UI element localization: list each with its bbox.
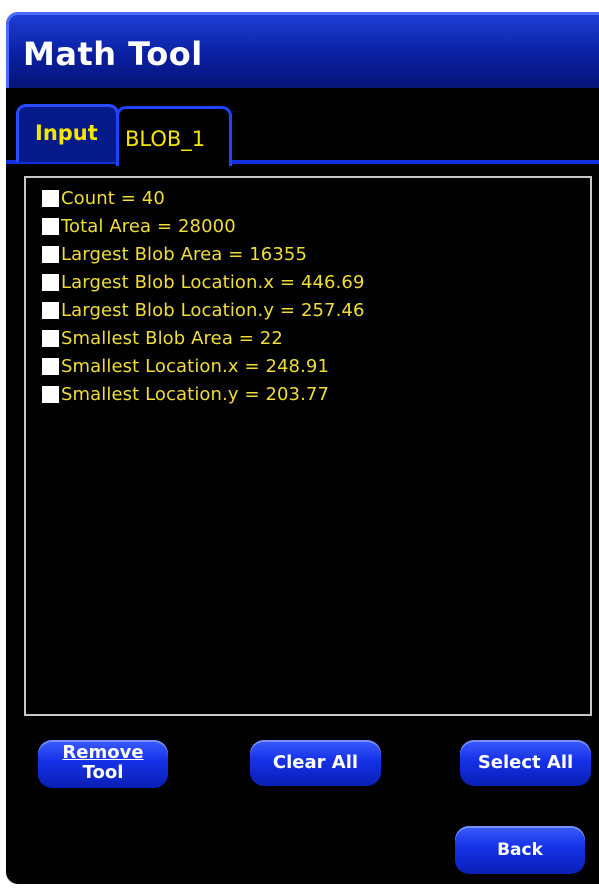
checkbox[interactable] xyxy=(42,357,59,375)
window-title: Math Tool xyxy=(23,35,203,73)
select-all-button[interactable]: Select All xyxy=(460,740,591,786)
checkbox[interactable] xyxy=(42,189,59,207)
result-label: Largest Blob Location.y = 257.46 xyxy=(61,299,365,321)
result-row-smallest-location-x[interactable]: Smallest Location.x = 248.91 xyxy=(42,354,329,378)
result-label: Smallest Blob Area = 22 xyxy=(61,327,283,349)
remove-tool-label-line-2: Tool xyxy=(82,762,124,783)
checkbox[interactable] xyxy=(42,217,59,235)
math-tool-window: Math Tool Input BLOB_1 Count = 40 Total … xyxy=(6,12,599,884)
tab-input[interactable]: Input xyxy=(16,104,119,162)
result-row-count[interactable]: Count = 40 xyxy=(42,186,165,210)
result-label: Largest Blob Area = 16355 xyxy=(61,243,308,265)
result-row-largest-blob-location-x[interactable]: Largest Blob Location.x = 446.69 xyxy=(42,270,365,294)
result-row-largest-blob-area[interactable]: Largest Blob Area = 16355 xyxy=(42,242,307,266)
result-label: Smallest Location.x = 248.91 xyxy=(61,355,330,377)
result-row-total-area[interactable]: Total Area = 28000 xyxy=(42,214,236,238)
result-row-largest-blob-location-y[interactable]: Largest Blob Location.y = 257.46 xyxy=(42,298,365,322)
checkbox[interactable] xyxy=(42,273,59,291)
result-label: Count = 40 xyxy=(61,187,165,209)
checkbox[interactable] xyxy=(42,329,59,347)
result-label: Smallest Location.y = 203.77 xyxy=(61,383,330,405)
result-row-smallest-blob-area[interactable]: Smallest Blob Area = 22 xyxy=(42,326,283,350)
results-list-panel: Count = 40 Total Area = 28000 Largest Bl… xyxy=(24,176,592,716)
remove-tool-label-line-1: Remove xyxy=(62,742,144,763)
clear-all-button[interactable]: Clear All xyxy=(250,740,381,786)
tab-blob-1[interactable]: BLOB_1 xyxy=(116,106,232,166)
result-label: Total Area = 28000 xyxy=(61,215,236,237)
checkbox[interactable] xyxy=(42,245,59,263)
checkbox[interactable] xyxy=(42,301,59,319)
checkbox[interactable] xyxy=(42,385,59,403)
title-bar: Math Tool xyxy=(6,12,599,88)
back-button[interactable]: Back xyxy=(455,826,585,874)
result-row-smallest-location-y[interactable]: Smallest Location.y = 203.77 xyxy=(42,382,329,406)
remove-tool-button[interactable]: Remove Tool xyxy=(38,740,168,788)
result-label: Largest Blob Location.x = 446.69 xyxy=(61,271,365,293)
